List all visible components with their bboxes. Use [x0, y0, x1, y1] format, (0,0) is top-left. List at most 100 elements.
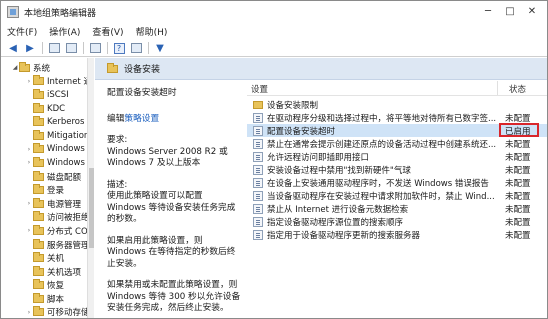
list-row[interactable]: 安装设备过程中禁用"找到新硬件"气球 未配置	[247, 163, 547, 176]
show-hide-tree-icon[interactable]	[63, 41, 79, 55]
list-row-selected[interactable]: 配置设备安装超时 已启用	[247, 123, 547, 137]
minimize-button[interactable]: ─	[477, 4, 499, 19]
maximize-button[interactable]: □	[499, 4, 521, 19]
tree-item[interactable]: KDC	[1, 102, 93, 116]
folder-icon	[33, 129, 44, 140]
tree-item[interactable]: 关机选项	[1, 265, 93, 279]
window-title: 本地组策略编辑器	[24, 8, 97, 19]
filter-icon[interactable]: ▼	[152, 41, 168, 55]
list-row[interactable]: 指定用于设备驱动程序更新的搜索服务器 未配置	[247, 228, 547, 241]
folder-icon	[33, 75, 44, 86]
tree-item[interactable]: 关机	[1, 251, 93, 265]
help-icon[interactable]: ?	[111, 41, 127, 55]
enabled-text: 如果启用此策略设置，则 Windows 在等待指定的秒数后终止安装。	[107, 235, 236, 269]
folder-icon	[32, 224, 44, 235]
edit-policy-link[interactable]: 策略设置	[124, 114, 159, 124]
up-folder-icon[interactable]	[46, 41, 62, 55]
folder-icon	[107, 62, 118, 73]
tree-item[interactable]: › 可移动存储	[1, 306, 93, 318]
back-arrow-icon[interactable]: ◀	[5, 41, 21, 55]
gpedit-window: 本地组策略编辑器 ─ □ ✕ 文件(F) 操作(A) 查看(V) 帮助(H) ◀…	[0, 0, 548, 319]
list-row[interactable]: 在设备上安装通用驱动程序时，不发送 Windows 错误报告 未配置	[247, 176, 547, 189]
tree-item[interactable]: › Windows B	[1, 143, 93, 157]
description-label: 描述:	[107, 179, 128, 190]
column-divider[interactable]	[497, 81, 498, 95]
tree-item[interactable]: 恢复	[1, 279, 93, 293]
tree-item[interactable]: iSCSI	[1, 88, 93, 102]
list-row[interactable]: 禁止从 Internet 进行设备元数据检索 未配置	[247, 202, 547, 215]
menu-view[interactable]: 查看(V)	[86, 25, 129, 38]
list-row[interactable]: 指定设备驱动程序源位置的搜索顺序 未配置	[247, 215, 547, 228]
policy-setting-icon	[253, 229, 263, 240]
app-icon	[7, 6, 19, 18]
tree-item[interactable]: › 电源管理	[1, 197, 93, 211]
folder-icon	[33, 252, 44, 263]
toolbar-separator	[148, 42, 149, 54]
toolbar-separator	[107, 42, 108, 54]
folder-icon	[33, 292, 44, 303]
title-bar: 本地组策略编辑器 ─ □ ✕	[1, 1, 547, 23]
navigation-tree: ◢ 系统 › Internet 通 iSCSI KDC Kerberos Miti…	[1, 58, 94, 318]
column-header-state[interactable]: 状态	[509, 83, 526, 95]
menu-help[interactable]: 帮助(H)	[130, 25, 174, 38]
folder-icon	[33, 306, 44, 317]
section-header: 设备安装	[95, 58, 547, 80]
folder-icon	[32, 156, 44, 167]
tree-item[interactable]: › 分布式 CON	[1, 224, 93, 238]
tree-item[interactable]: › Internet 通	[1, 75, 93, 89]
tree-item[interactable]: Mitigation	[1, 129, 93, 143]
disabled-text: 如果禁用或未配置此策略设置，则 Windows 等待 300 秒以允许设备安装任…	[107, 280, 241, 313]
folder-icon	[253, 100, 263, 109]
folder-icon	[32, 143, 44, 154]
scrollbar-thumb[interactable]	[89, 168, 94, 248]
details-pane: 设备安装 配置设备安装超时 编辑策略设置 要求: Windows Server …	[95, 58, 547, 318]
policy-setting-icon	[253, 203, 263, 214]
tree-item[interactable]: Kerberos	[1, 115, 93, 129]
folder-icon	[33, 238, 44, 249]
folder-icon	[33, 170, 44, 181]
menu-action[interactable]: 操作(A)	[43, 25, 86, 38]
toolbar: ◀ ▶ ? ▼	[1, 40, 547, 57]
requirement-label: 要求:	[107, 135, 128, 145]
tree-item[interactable]: 访问被拒绝	[1, 211, 93, 225]
list-row[interactable]: 禁止在通常会提示创建还原点的设备活动过程中创建系统还... 未配置	[247, 137, 547, 150]
properties-icon[interactable]	[128, 41, 144, 55]
tree-item[interactable]: 脚本	[1, 292, 93, 306]
policy-setting-icon	[253, 151, 263, 162]
list-row-folder[interactable]: 设备安装限制	[247, 98, 547, 111]
policy-setting-icon	[253, 164, 263, 175]
forward-arrow-icon[interactable]: ▶	[22, 41, 38, 55]
menu-file[interactable]: 文件(F)	[1, 25, 43, 38]
policy-list: 设置 状态 设备安装限制 在驱动程序分级和选择过程中，将平等地对待所有已数字签.…	[247, 80, 547, 318]
tree-item-system[interactable]: ◢ 系统	[1, 61, 93, 75]
folder-icon	[33, 102, 44, 113]
folder-icon	[19, 61, 30, 72]
folder-icon	[33, 184, 44, 195]
requirement-block: 要求: Windows Server 2008 R2 或 Windows 7 及…	[107, 135, 243, 170]
description-panel: 配置设备安装超时 编辑策略设置 要求: Windows Server 2008 …	[107, 84, 243, 316]
description-block: 描述: 使用此策略设置可以配置 Windows 等待设备安装任务完成的秒数。	[107, 180, 243, 226]
toolbar-separator	[42, 42, 43, 54]
tree-scrollbar[interactable]	[87, 58, 94, 318]
folder-icon	[33, 197, 44, 208]
collapse-icon[interactable]: ◢	[11, 64, 19, 71]
policy-setting-icon	[253, 125, 263, 136]
folder-icon	[33, 88, 44, 99]
tree-item[interactable]: 服务器管理	[1, 238, 93, 252]
menu-bar: 文件(F) 操作(A) 查看(V) 帮助(H)	[1, 23, 547, 40]
tree-item[interactable]: 登录	[1, 183, 93, 197]
description-text: 使用此策略设置可以配置 Windows 等待设备安装任务完成的秒数。	[107, 191, 236, 224]
tree-item[interactable]: 磁盘配额	[1, 170, 93, 184]
column-header-setting[interactable]: 设置	[251, 83, 268, 95]
export-list-icon[interactable]	[87, 41, 103, 55]
tree-item[interactable]: › Windows 7	[1, 156, 93, 170]
list-header: 设置 状态	[247, 80, 547, 96]
section-title: 设备安装	[124, 65, 161, 75]
close-button[interactable]: ✕	[521, 4, 543, 19]
edit-line: 编辑策略设置	[107, 113, 160, 124]
policy-setting-icon	[253, 216, 263, 227]
list-row[interactable]: 允许远程访问即插即用接口 未配置	[247, 150, 547, 163]
folder-icon	[33, 279, 44, 290]
folder-icon	[33, 211, 44, 222]
list-row[interactable]: 当设备驱动程序在安装过程中请求附加软件时，禁止 Wind... 未配置	[247, 189, 547, 202]
